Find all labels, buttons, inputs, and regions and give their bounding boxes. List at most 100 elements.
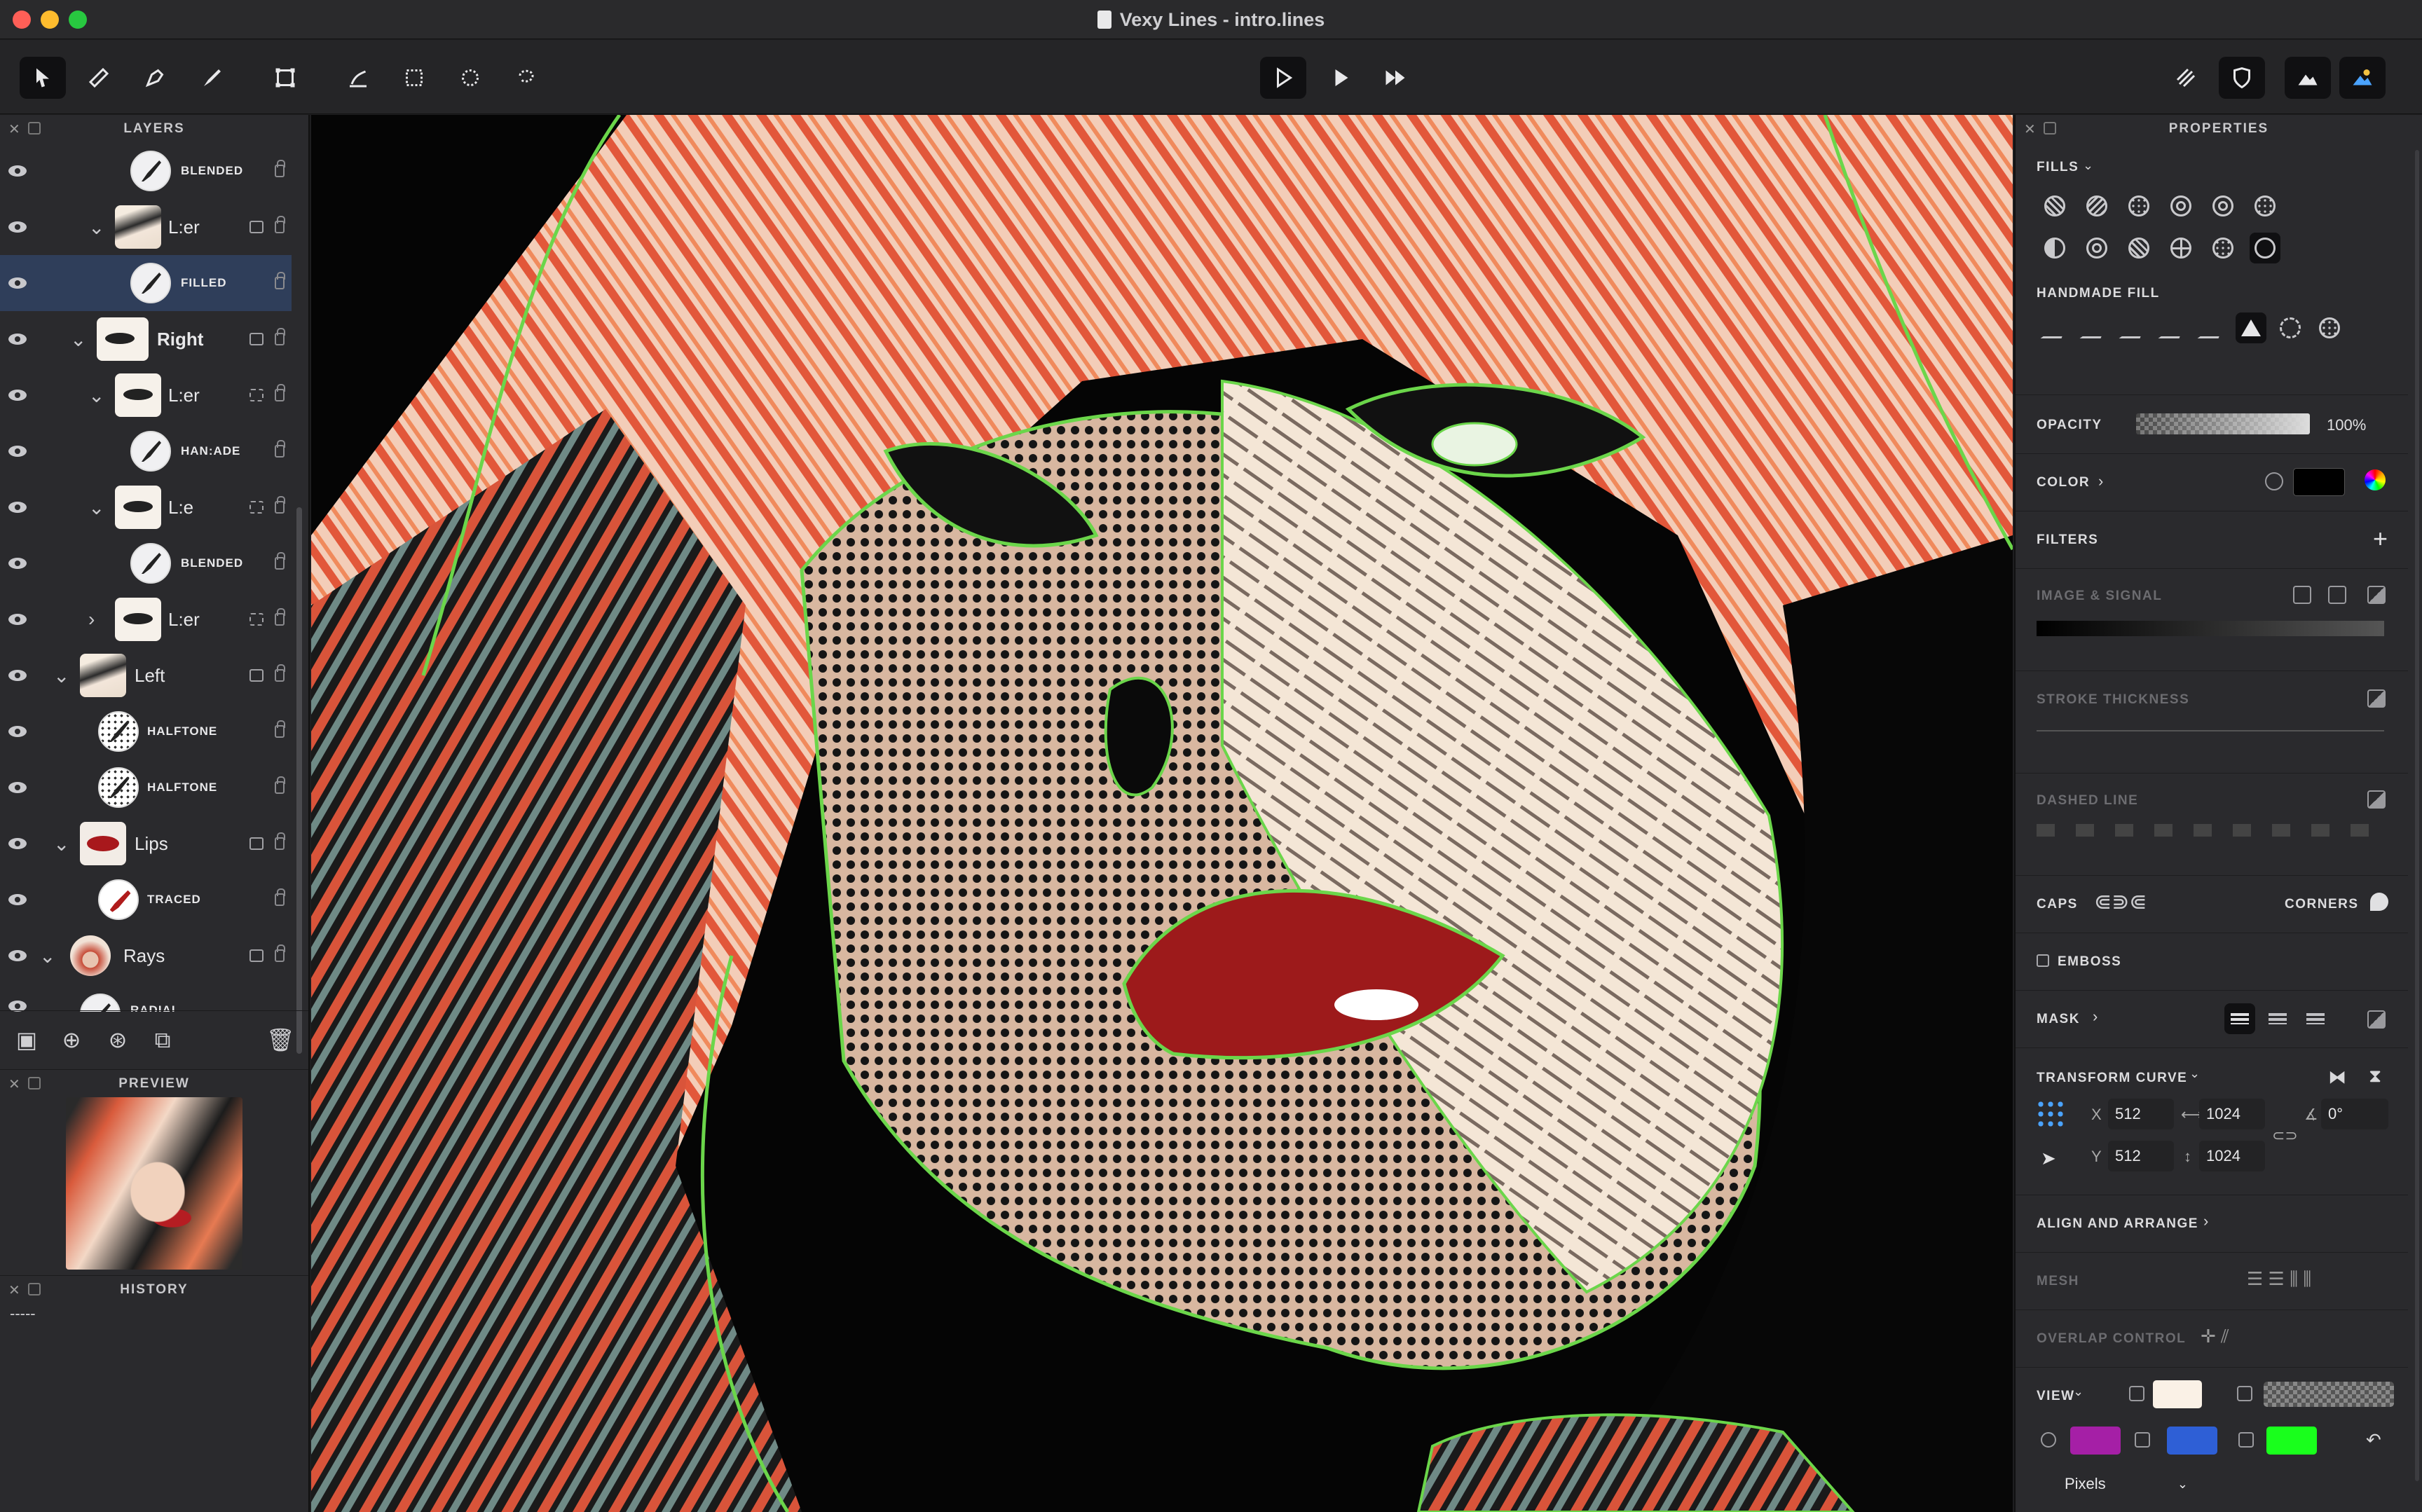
lock-icon[interactable] <box>275 832 285 850</box>
layer-row[interactable]: ⌄ Rays <box>0 928 292 984</box>
close-panel-icon[interactable]: ✕ <box>8 121 22 138</box>
palette-icon[interactable] <box>2265 472 2283 490</box>
layers-scrollbar[interactable] <box>296 507 302 1054</box>
duplicate-layer-icon[interactable]: ⧉ <box>150 1028 175 1052</box>
chevron-down-icon[interactable]: ⌄ <box>39 944 55 968</box>
chevron-down-icon[interactable]: ⌄ <box>53 832 69 855</box>
layer-row[interactable]: RADIAL <box>0 984 292 1012</box>
caps-style-icon[interactable]: ⋐⋑⋐ <box>2094 890 2147 914</box>
flip-horizontal-icon[interactable]: ⧓ <box>2328 1066 2346 1088</box>
chevron-right-icon[interactable]: › <box>2203 1212 2208 1230</box>
scribble-fill-button[interactable] <box>2123 233 2154 263</box>
mask-off-icon[interactable] <box>249 501 264 514</box>
handmade-style-4[interactable] <box>2157 312 2188 343</box>
color-label[interactable]: COLOR <box>2037 475 2090 490</box>
mask-label[interactable]: MASK <box>2037 1012 2080 1027</box>
pen-tool-button[interactable] <box>132 57 178 99</box>
spiral-fill-button[interactable] <box>2208 191 2238 221</box>
chevron-right-icon[interactable]: › <box>2098 472 2103 490</box>
add-image-layer-icon[interactable]: ▣ <box>14 1028 39 1052</box>
fast-forward-button[interactable] <box>1372 57 1418 99</box>
invert-icon[interactable] <box>2367 689 2386 708</box>
eye-icon[interactable] <box>8 165 27 177</box>
lock-icon[interactable] <box>275 664 285 682</box>
corner-style-icon[interactable] <box>2370 893 2388 911</box>
layer-row[interactable]: HALFTONE <box>0 760 292 816</box>
lock-icon[interactable] <box>275 552 285 570</box>
layer-row[interactable]: ⌄ L:er <box>0 199 292 255</box>
handmade-style-5[interactable] <box>2196 312 2227 343</box>
eye-icon[interactable] <box>8 390 27 401</box>
eye-icon[interactable] <box>8 334 27 345</box>
chevron-down-icon[interactable]: ⌄ <box>2083 158 2093 173</box>
eye-icon[interactable] <box>8 614 27 625</box>
chevron-down-icon[interactable]: ⌄ <box>70 328 86 351</box>
layer-row-selected[interactable]: FILLED <box>0 255 292 311</box>
handmade-style-1[interactable] <box>2039 312 2070 343</box>
signal-gradient-slider[interactable] <box>2037 621 2384 636</box>
eye-icon[interactable] <box>8 894 27 905</box>
height-field[interactable]: 1024 <box>2199 1141 2265 1171</box>
lock-icon[interactable] <box>275 608 285 626</box>
eye-icon[interactable] <box>8 277 27 289</box>
layer-row[interactable]: BLENDED <box>0 535 292 591</box>
detach-panel-icon[interactable] <box>28 1077 41 1090</box>
detach-panel-icon[interactable] <box>2044 122 2056 135</box>
lock-icon[interactable] <box>275 888 285 906</box>
select-tool-button[interactable] <box>20 57 66 99</box>
image-source-icon[interactable] <box>2328 586 2346 604</box>
shield-view-button[interactable] <box>2219 57 2265 99</box>
invert-icon[interactable] <box>2367 586 2386 604</box>
lasso-select-tool-button[interactable] <box>503 57 549 99</box>
eye-icon[interactable] <box>8 446 27 457</box>
layer-row[interactable]: HAN:ADE <box>0 423 292 479</box>
chevron-down-icon[interactable]: ⌄ <box>2189 1066 2200 1081</box>
mask-off-icon[interactable] <box>249 613 264 626</box>
units-select[interactable]: Pixels ⌄ <box>2037 1470 2195 1498</box>
transform-tool-button[interactable] <box>262 57 308 99</box>
invert-icon[interactable] <box>2367 790 2386 809</box>
properties-scrollbar[interactable] <box>2415 150 2419 1481</box>
lock-icon[interactable] <box>275 440 285 458</box>
lock-icon[interactable] <box>275 272 285 289</box>
add-filter-icon[interactable]: + <box>2373 524 2388 554</box>
chevron-down-icon[interactable]: ⌄ <box>88 216 104 239</box>
handmade-style-6[interactable] <box>2236 312 2266 343</box>
flip-vertical-icon[interactable]: ⧗ <box>2369 1065 2381 1087</box>
transform-label[interactable]: TRANSFORM CURVE <box>2037 1071 2187 1086</box>
lock-icon[interactable] <box>275 776 285 794</box>
add-fill-icon[interactable]: ⊛ <box>105 1028 130 1052</box>
y-field[interactable]: 512 <box>2108 1141 2174 1171</box>
add-layer-icon[interactable]: ⊕ <box>59 1028 84 1052</box>
handmade-style-8[interactable] <box>2314 312 2345 343</box>
artwork-canvas[interactable] <box>311 115 2013 1512</box>
stroke-thickness-label[interactable]: STROKE THICKNESS <box>2037 692 2189 708</box>
background-slider[interactable] <box>2264 1382 2394 1407</box>
link-icon[interactable]: ⊂⊃ <box>2272 1127 2298 1145</box>
grid-fill-button[interactable] <box>2166 233 2196 263</box>
histogram-icon[interactable] <box>2293 586 2311 604</box>
opacity-slider[interactable] <box>2136 413 2310 434</box>
chevron-down-icon[interactable]: ⌄ <box>88 384 104 407</box>
stroke-thickness-slider[interactable] <box>2037 730 2384 731</box>
color-wheel-icon[interactable] <box>2365 469 2386 490</box>
image-signal-label[interactable]: IMAGE & SIGNAL <box>2037 589 2162 604</box>
eye-icon[interactable] <box>8 726 27 737</box>
brush-tool-button[interactable] <box>189 57 235 99</box>
ruler-tool-button[interactable] <box>76 57 122 99</box>
mask-mode-2-button[interactable] <box>2262 1003 2293 1034</box>
fills-label[interactable]: FILLS <box>2037 160 2079 175</box>
lock-icon[interactable] <box>275 384 285 401</box>
mesh-label[interactable]: MESH <box>2037 1274 2079 1289</box>
layer-row[interactable]: ⌄ L:er <box>0 367 292 423</box>
fractal-fill-button[interactable] <box>2208 233 2238 263</box>
mask-icon[interactable] <box>249 949 264 962</box>
layer-row[interactable]: ⌄ Right <box>0 311 292 367</box>
layer-row[interactable]: › L:er <box>0 591 292 647</box>
lock-icon[interactable] <box>275 328 285 345</box>
rect-select-tool-button[interactable] <box>391 57 437 99</box>
blue-color-swatch[interactable] <box>2167 1427 2217 1455</box>
layer-row[interactable]: ⌄ L:e <box>0 479 292 535</box>
lock-icon[interactable] <box>275 216 285 233</box>
angle-field[interactable]: 0° <box>2321 1099 2388 1129</box>
